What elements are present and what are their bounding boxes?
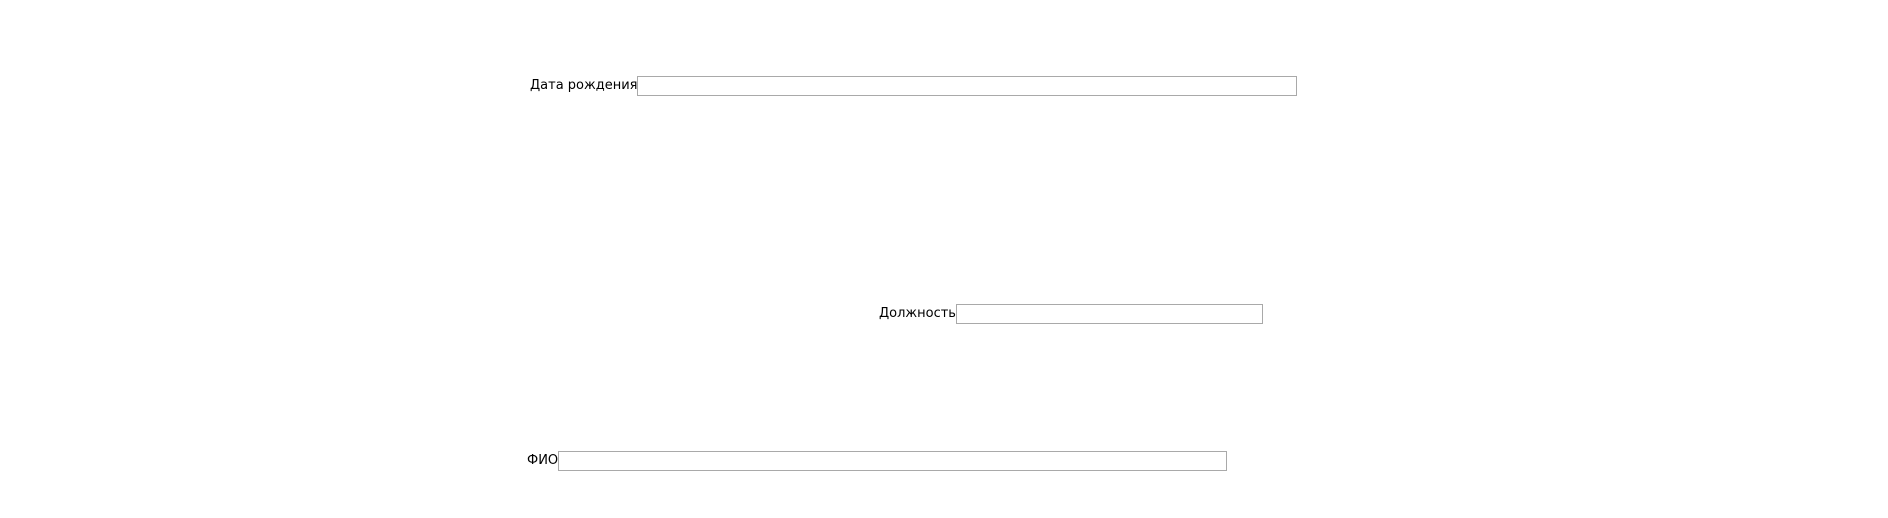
employee-form: Дата рождения Должность ФИО [0,0,1888,518]
birthdate-row: Дата рождения [530,75,1298,97]
position-label: Должность [879,306,956,321]
fullname-row: ФИО [527,450,1228,472]
position-row: Должность [879,303,1263,325]
fullname-label: ФИО [527,453,559,468]
birthdate-input[interactable] [637,76,1298,96]
birthdate-label: Дата рождения [530,78,638,93]
fullname-input[interactable] [558,451,1228,471]
position-input[interactable] [955,304,1263,324]
